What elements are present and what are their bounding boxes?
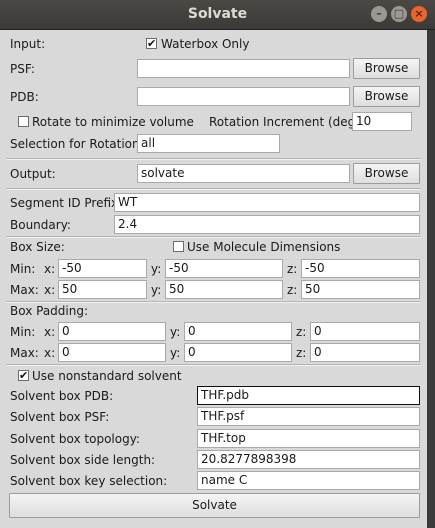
- box-padding-max-label: Max:: [10, 346, 39, 360]
- nonstandard-solvent-label: Use nonstandard solvent: [32, 369, 182, 383]
- box-size-min-y-input[interactable]: -50: [165, 259, 283, 278]
- rotation-increment-input[interactable]: 10: [352, 112, 412, 131]
- solvent-key-selection-label: Solvent box key selection:: [10, 474, 168, 488]
- box-padding-max-x-label: x:: [44, 346, 56, 360]
- box-padding-min-x-input[interactable]: 0: [58, 322, 166, 341]
- box-padding-max-y-input[interactable]: 0: [184, 343, 292, 362]
- box-padding-max-z-input[interactable]: 0: [310, 343, 420, 362]
- box-padding-min-z-label: z:: [296, 325, 307, 339]
- maximize-button[interactable]: □: [391, 6, 407, 22]
- pdb-label: PDB:: [10, 90, 39, 104]
- solvent-topology-label: Solvent box topology:: [10, 432, 140, 446]
- box-size-max-y-input[interactable]: 50: [165, 280, 283, 299]
- rotation-increment-label: Rotation Increment (deg):: [209, 115, 365, 129]
- output-label: Output:: [10, 167, 56, 181]
- selection-rotation-input[interactable]: all: [137, 134, 280, 153]
- close-button[interactable]: ×: [411, 6, 427, 22]
- rotate-minimize-checkbox[interactable]: [18, 116, 29, 127]
- nonstandard-solvent-checkbox[interactable]: ✔: [18, 370, 29, 381]
- separator: [6, 236, 421, 238]
- input-label: Input:: [10, 37, 46, 51]
- box-padding-min-z-input[interactable]: 0: [310, 322, 420, 341]
- box-padding-min-y-input[interactable]: 0: [184, 322, 292, 341]
- output-browse-button[interactable]: Browse: [353, 163, 420, 184]
- box-size-max-x-label: x:: [44, 283, 56, 297]
- box-size-max-label: Max:: [10, 283, 39, 297]
- psf-label: PSF:: [10, 62, 35, 76]
- boundary-input[interactable]: 2.4: [114, 215, 420, 234]
- separator: [6, 364, 421, 366]
- output-input[interactable]: solvate: [137, 164, 350, 183]
- use-molecule-dimensions-checkbox[interactable]: [173, 241, 184, 252]
- separator: [6, 301, 421, 303]
- box-padding-min-label: Min:: [10, 325, 36, 339]
- window-title: Solvate: [187, 6, 248, 22]
- box-size-max-y-label: y:: [151, 283, 162, 297]
- box-padding-max-x-input[interactable]: 0: [58, 343, 166, 362]
- box-size-max-z-label: z:: [287, 283, 298, 297]
- use-molecule-dimensions-label: Use Molecule Dimensions: [187, 240, 341, 254]
- selection-rotation-label: Selection for Rotation:: [10, 137, 144, 151]
- window-edge: [427, 30, 435, 528]
- minimize-button[interactable]: –: [371, 6, 387, 22]
- separator: [6, 188, 421, 190]
- box-size-min-x-input[interactable]: -50: [58, 259, 147, 278]
- solvent-pdb-input[interactable]: THF.pdb: [197, 386, 420, 405]
- waterbox-only-label: Waterbox Only: [161, 37, 250, 51]
- box-padding-min-x-label: x:: [44, 325, 56, 339]
- box-size-min-label: Min:: [10, 262, 36, 276]
- box-size-label: Box Size:: [10, 240, 65, 254]
- segment-prefix-input[interactable]: WT: [114, 193, 420, 212]
- solvent-topology-input[interactable]: THF.top: [197, 429, 420, 448]
- box-size-min-x-label: x:: [44, 262, 56, 276]
- rotate-minimize-label: Rotate to minimize volume: [32, 115, 194, 129]
- solvent-psf-label: Solvent box PSF:: [10, 410, 110, 424]
- solvent-key-selection-input[interactable]: name C: [197, 471, 420, 490]
- psf-input[interactable]: [137, 59, 350, 78]
- title-bar: Solvate – □ ×: [0, 0, 435, 30]
- box-size-max-z-input[interactable]: 50: [301, 280, 420, 299]
- waterbox-only-checkbox[interactable]: ✔: [146, 38, 157, 49]
- box-size-min-z-label: z:: [287, 262, 298, 276]
- solvate-dialog: Input: ✔ Waterbox Only PSF: Browse PDB: …: [0, 30, 427, 528]
- segment-prefix-label: Segment ID Prefix:: [10, 196, 123, 210]
- solvent-side-length-input[interactable]: 20.8277898398: [197, 450, 420, 469]
- pdb-browse-button[interactable]: Browse: [353, 86, 420, 107]
- psf-browse-button[interactable]: Browse: [353, 58, 420, 79]
- solvent-pdb-label: Solvent box PDB:: [10, 389, 114, 403]
- box-size-min-z-input[interactable]: -50: [301, 259, 420, 278]
- box-padding-label: Box Padding:: [10, 304, 89, 318]
- solvate-button[interactable]: Solvate: [9, 493, 420, 518]
- boundary-label: Boundary:: [10, 218, 71, 232]
- box-size-max-x-input[interactable]: 50: [58, 280, 147, 299]
- box-size-min-y-label: y:: [151, 262, 162, 276]
- solvent-side-length-label: Solvent box side length:: [10, 453, 156, 467]
- separator: [6, 158, 421, 160]
- box-padding-min-y-label: y:: [170, 325, 181, 339]
- box-padding-max-z-label: z:: [296, 346, 307, 360]
- box-padding-max-y-label: y:: [170, 346, 181, 360]
- solvent-psf-input[interactable]: THF.psf: [197, 407, 420, 426]
- pdb-input[interactable]: [137, 87, 350, 106]
